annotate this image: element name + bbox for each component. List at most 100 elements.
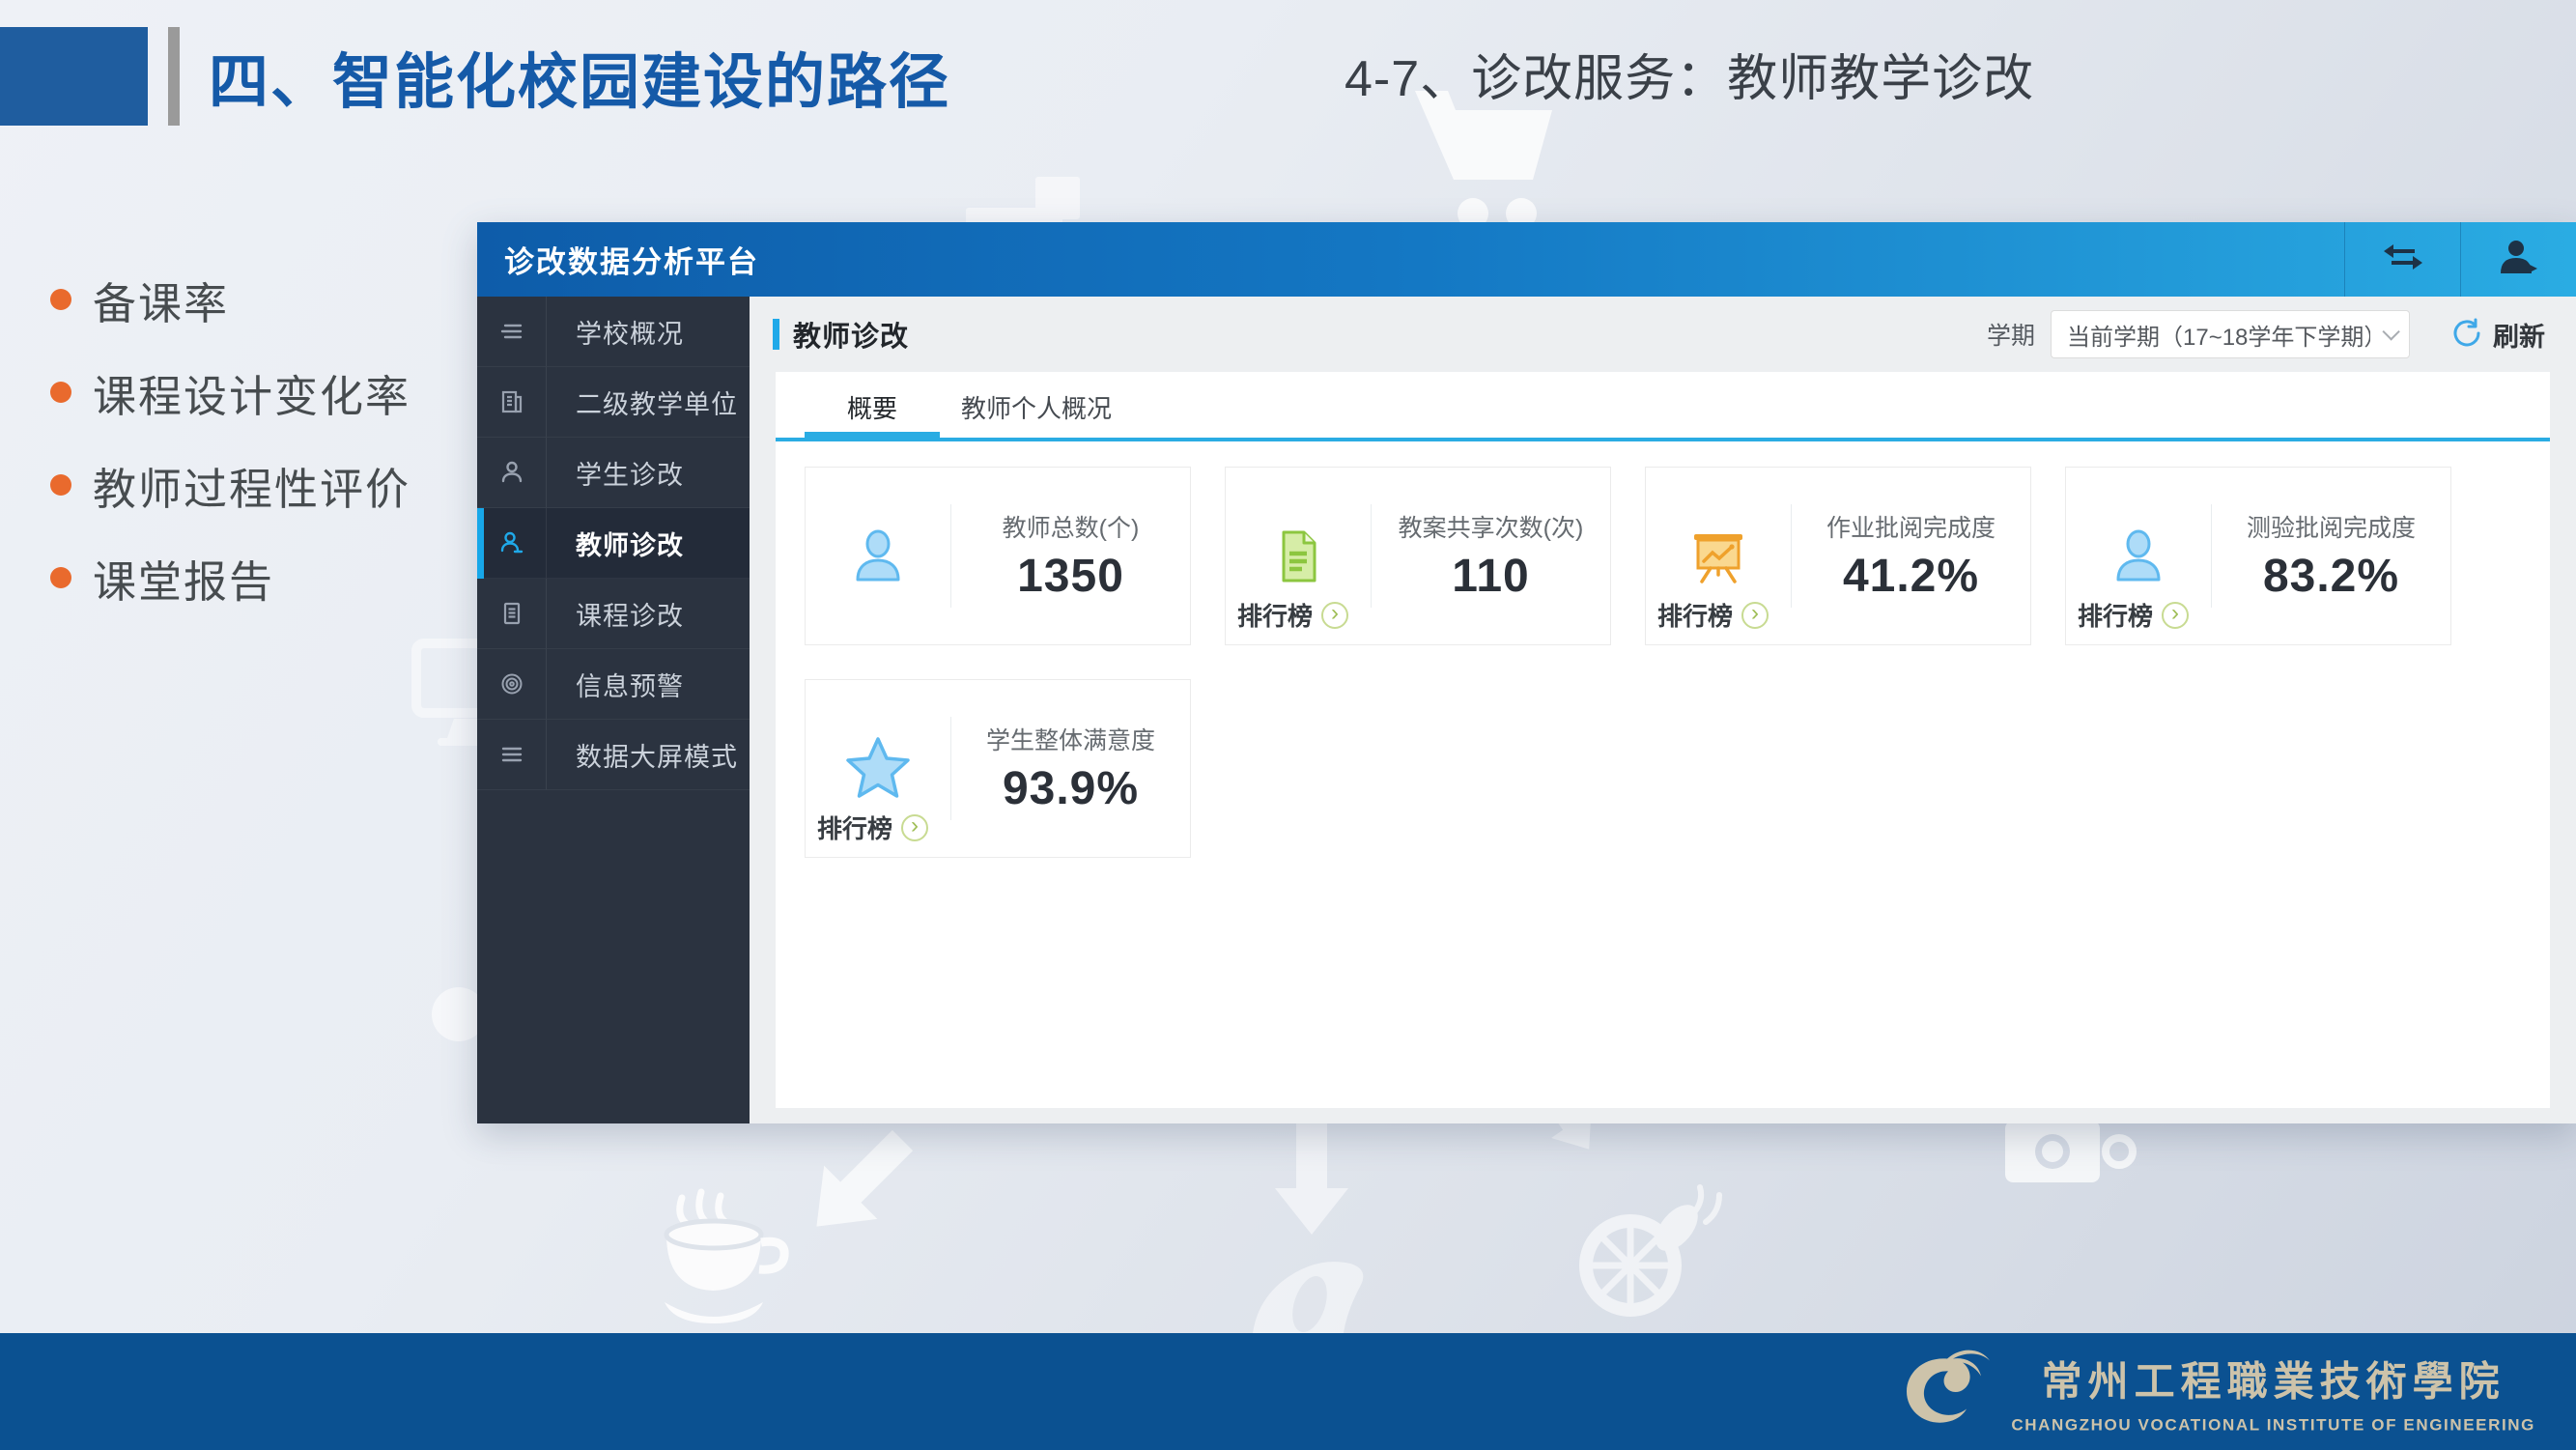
bullet-text: 备课率 — [93, 269, 229, 331]
list-item: 课程设计变化率 — [50, 346, 410, 439]
app-body: 学校概况 二级教学单位 学生诊改 — [477, 297, 2576, 1123]
sidebar-item-school-overview[interactable]: 学校概况 — [477, 297, 750, 367]
school-logo-mark-icon — [1895, 1347, 1992, 1436]
stat-label: 作业批阅完成度 — [1826, 509, 1996, 544]
tab-overview[interactable]: 概要 — [805, 372, 940, 441]
list-item: 教师过程性评价 — [50, 439, 410, 531]
chevron-right-icon: › — [2162, 602, 2189, 629]
bullet-dot — [50, 567, 71, 588]
sidebar-item-secondary-units[interactable]: 二级教学单位 — [477, 367, 750, 438]
sidebar-item-teacher-diagnosis[interactable]: 教师诊改 — [477, 508, 750, 579]
menu-lines-icon — [477, 297, 547, 367]
stat-value: 1350 — [1017, 550, 1124, 603]
sidebar-item-course-diagnosis[interactable]: 课程诊改 — [477, 579, 750, 649]
content-panel: 概要 教师个人概况 — [776, 372, 2550, 1108]
user-button[interactable] — [2460, 222, 2576, 297]
ranking-label: 排行榜 — [817, 810, 892, 845]
bullet-list: 备课率 课程设计变化率 教师过程性评价 课堂报告 — [50, 253, 410, 624]
transfer-icon — [2382, 241, 2424, 278]
app-window: 诊改数据分析平台 — [477, 222, 2576, 1123]
sidebar-item-label: 学校概况 — [547, 297, 750, 367]
stat-cards: 教师总数(个) 1350 — [776, 441, 2550, 883]
app-topbar: 诊改数据分析平台 — [477, 222, 2576, 297]
chevron-right-icon: › — [1321, 602, 1348, 629]
sidebar-item-info-warning[interactable]: 信息预警 — [477, 649, 750, 720]
ranking-link[interactable]: 排行榜 › — [1657, 597, 1769, 633]
stat-label: 学生整体满意度 — [986, 722, 1155, 756]
chevron-right-icon: › — [1741, 602, 1769, 629]
stat-value: 110 — [1452, 550, 1529, 603]
stat-value: 93.9% — [1003, 762, 1139, 815]
sidebar-item-label: 数据大屏模式 — [547, 720, 750, 790]
bullet-text: 课程设计变化率 — [93, 361, 410, 424]
down-arrow-icon — [1273, 1121, 1350, 1241]
title-accent-square — [0, 27, 148, 126]
school-logo: 常州工程職業技術學院 CHANGZHOU VOCATIONAL INSTITUT… — [1895, 1347, 2535, 1436]
main-content: 教师诊改 学期 当前学期（17~18学年下学期） 刷新 — [750, 297, 2576, 1123]
stat-card-homework-review: 作业批阅完成度 41.2% 排行榜 › — [1645, 467, 2031, 645]
bullet-text: 教师过程性评价 — [93, 454, 410, 517]
refresh-icon — [2450, 317, 2481, 353]
transfer-button[interactable] — [2344, 222, 2460, 297]
page-title: 教师诊改 — [793, 314, 909, 355]
screen-lines-icon — [477, 720, 547, 790]
chevron-down-icon — [2382, 323, 2399, 340]
tab-label: 概要 — [847, 389, 897, 425]
chevron-right-icon: › — [901, 814, 928, 841]
tab-bar: 概要 教师个人概况 — [776, 372, 2550, 441]
bullet-text: 课堂报告 — [93, 547, 274, 610]
stat-label: 教案共享次数(次) — [1399, 509, 1584, 544]
camera-icon — [2005, 1113, 2140, 1190]
stat-value: 41.2% — [1843, 550, 1979, 603]
content-header: 教师诊改 学期 当前学期（17~18学年下学期） 刷新 — [750, 297, 2576, 372]
stat-value: 83.2% — [2263, 550, 2399, 603]
sidebar-item-label: 学生诊改 — [547, 438, 750, 508]
bullet-dot — [50, 289, 71, 310]
ranking-label: 排行榜 — [1657, 597, 1733, 633]
user-icon — [2499, 239, 2539, 280]
stat-card-teacher-total: 教师总数(个) 1350 — [805, 467, 1191, 645]
bullet-dot — [50, 474, 71, 496]
semester-label: 学期 — [1987, 317, 2035, 352]
refresh-button[interactable]: 刷新 — [2450, 316, 2545, 354]
teacher-person-icon — [477, 508, 547, 579]
stat-label: 测验批阅完成度 — [2247, 509, 2416, 544]
semester-select[interactable]: 当前学期（17~18学年下学期） — [2051, 310, 2410, 358]
ranking-label: 排行榜 — [2078, 597, 2153, 633]
sidebar-item-label: 信息预警 — [547, 649, 750, 720]
app-title: 诊改数据分析平台 — [504, 238, 2344, 281]
building-icon — [477, 367, 547, 438]
course-doc-icon — [477, 579, 547, 649]
ranking-link[interactable]: 排行榜 › — [1237, 597, 1348, 633]
person-icon — [806, 468, 950, 644]
refresh-label: 刷新 — [2493, 316, 2545, 354]
diagonal-arrow-icon — [773, 1111, 937, 1270]
footer-bar: 常州工程職業技術學院 CHANGZHOU VOCATIONAL INSTITUT… — [0, 1333, 2576, 1450]
list-item: 课堂报告 — [50, 531, 410, 624]
slide: 四、智能化校园建设的路径 4-7、诊改服务：教师教学诊改 备课率 课程设计变化率… — [0, 0, 2576, 1450]
stat-card-lesson-shares: 教案共享次数(次) 110 排行榜 › — [1225, 467, 1611, 645]
slide-title: 四、智能化校园建设的路径 — [209, 27, 950, 126]
school-name-en: CHANGZHOU VOCATIONAL INSTITUTE OF ENGINE… — [2011, 1415, 2535, 1435]
bullet-dot — [50, 382, 71, 403]
student-person-icon — [477, 438, 547, 508]
sidebar-item-label: 教师诊改 — [547, 508, 750, 579]
sidebar-item-label: 课程诊改 — [547, 579, 750, 649]
ranking-link[interactable]: 排行榜 › — [2078, 597, 2189, 633]
stat-label: 教师总数(个) — [1003, 509, 1140, 544]
ranking-link[interactable]: 排行榜 › — [817, 810, 928, 845]
school-name-zh: 常州工程職業技術學院 — [2042, 1349, 2505, 1407]
target-icon — [477, 649, 547, 720]
coffee-cup-icon — [645, 1171, 819, 1345]
dart-wheel-icon — [1563, 1183, 1727, 1328]
sidebar-item-label: 二级教学单位 — [547, 367, 750, 438]
list-item: 备课率 — [50, 253, 410, 346]
tab-teacher-profile[interactable]: 教师个人概况 — [940, 372, 1133, 441]
tab-label: 教师个人概况 — [961, 389, 1112, 425]
ranking-label: 排行榜 — [1237, 597, 1313, 633]
slide-subtitle: 4-7、诊改服务：教师教学诊改 — [1345, 27, 2034, 120]
sidebar-item-student-diagnosis[interactable]: 学生诊改 — [477, 438, 750, 508]
stat-card-quiz-review: 测验批阅完成度 83.2% 排行榜 › — [2065, 467, 2451, 645]
stat-card-student-satisfaction: 学生整体满意度 93.9% 排行榜 › — [805, 679, 1191, 858]
sidebar-item-big-screen-mode[interactable]: 数据大屏模式 — [477, 720, 750, 790]
